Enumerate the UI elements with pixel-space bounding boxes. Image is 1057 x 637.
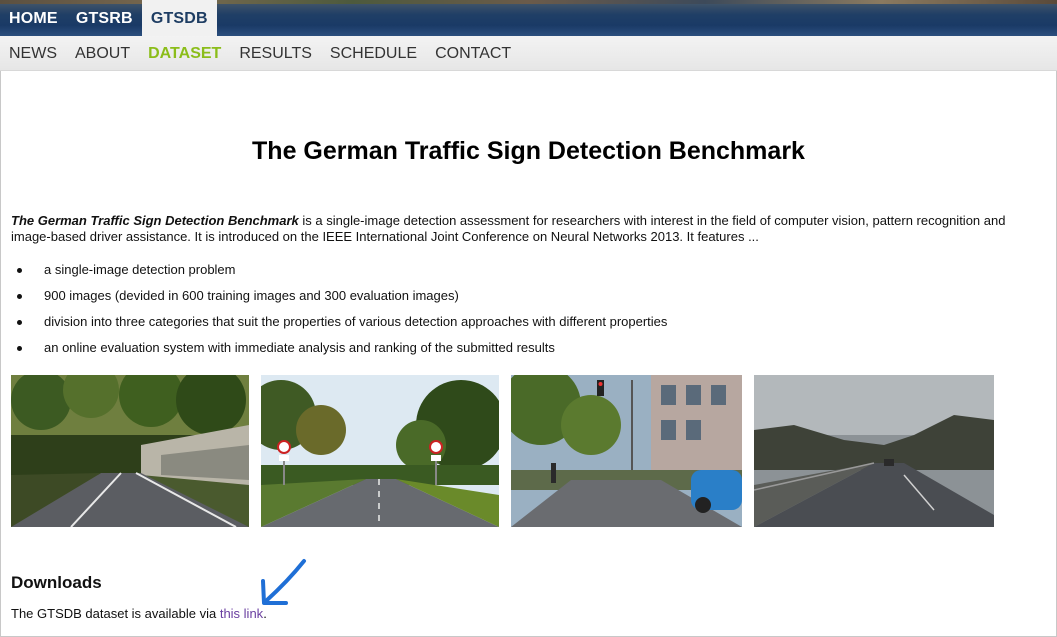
feature-text: division into three categories that suit… <box>44 314 668 329</box>
feature-item: a single-image detection problem <box>11 262 1011 288</box>
dataset-download-link[interactable]: this link <box>220 606 263 621</box>
bullet-icon <box>17 346 22 351</box>
bullet-icon <box>17 320 22 325</box>
forest-road-photo <box>11 375 249 527</box>
downloads-text-before: The GTSDB dataset is available via <box>11 606 220 621</box>
feature-text: a single-image detection problem <box>44 262 236 277</box>
sub-nav-news[interactable]: NEWS <box>0 36 66 71</box>
feature-item: an online evaluation system with immedia… <box>11 340 1011 366</box>
intro-emphasis: The German Traffic Sign Detection Benchm… <box>11 213 299 228</box>
feature-list: a single-image detection problem 900 ima… <box>11 262 1011 366</box>
sub-navigation-bar: NEWS ABOUT DATASET RESULTS SCHEDULE CONT… <box>0 36 1057 71</box>
top-nav-gtsdb[interactable]: GTSDB <box>141 0 217 36</box>
feature-text: an online evaluation system with immedia… <box>44 340 555 355</box>
feature-item: 900 images (devided in 600 training imag… <box>11 288 1011 314</box>
sub-nav-results[interactable]: RESULTS <box>230 36 321 71</box>
top-nav-home[interactable]: HOME <box>0 0 67 36</box>
sub-nav-schedule[interactable]: SCHEDULE <box>321 36 426 71</box>
top-navigation-bar: HOME GTSRB GTSDB <box>0 0 1057 36</box>
feature-item: division into three categories that suit… <box>11 314 1011 340</box>
intro-paragraph: The German Traffic Sign Detection Benchm… <box>11 213 1041 245</box>
city-street-photo <box>511 375 742 527</box>
top-nav: HOME GTSRB GTSDB <box>0 0 217 36</box>
sub-nav-dataset[interactable]: DATASET <box>139 36 230 71</box>
downloads-text: The GTSDB dataset is available via this … <box>11 606 267 621</box>
downloads-heading: Downloads <box>11 573 102 592</box>
sub-nav-contact[interactable]: CONTACT <box>426 36 520 71</box>
rural-road-signs-photo <box>261 375 499 527</box>
top-nav-gtsrb[interactable]: GTSRB <box>67 0 142 36</box>
feature-text: 900 images (devided in 600 training imag… <box>44 288 459 303</box>
annotation-arrow-icon <box>261 559 306 605</box>
page-title: The German Traffic Sign Detection Benchm… <box>252 137 805 165</box>
bullet-icon <box>17 268 22 273</box>
sub-nav: NEWS ABOUT DATASET RESULTS SCHEDULE CONT… <box>0 36 520 71</box>
sub-nav-about[interactable]: ABOUT <box>66 36 139 71</box>
foggy-highway-photo <box>754 375 994 527</box>
bullet-icon <box>17 294 22 299</box>
